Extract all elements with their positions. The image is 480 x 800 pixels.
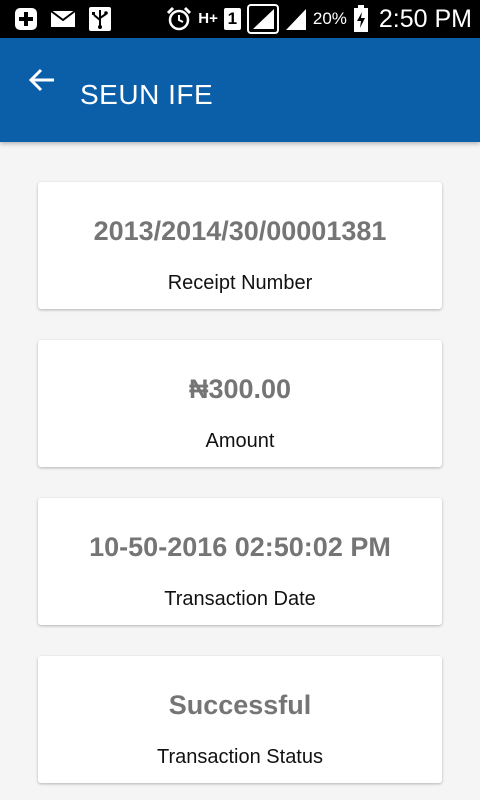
transaction-status-value: Successful bbox=[168, 690, 312, 720]
clock: 2:50 PM bbox=[378, 4, 472, 33]
amount-label: Amount bbox=[205, 430, 275, 452]
app-bar: SEUN IFE bbox=[0, 38, 480, 142]
receipt-number-card: 2013/2014/30/00001381 Receipt Number bbox=[38, 182, 442, 309]
receipt-number-value: 2013/2014/30/00001381 bbox=[93, 216, 387, 246]
back-button[interactable] bbox=[22, 62, 62, 102]
amount-value: ₦300.00 bbox=[188, 374, 292, 404]
page-title: SEUN IFE bbox=[80, 79, 214, 110]
add-icon bbox=[14, 7, 38, 31]
sim-1-icon: 1 bbox=[223, 8, 241, 30]
transaction-status-label: Transaction Status bbox=[156, 746, 323, 768]
alarm-icon bbox=[166, 6, 192, 32]
notification-icons bbox=[14, 6, 112, 32]
signal-icon bbox=[246, 4, 279, 34]
receipt-details: 2013/2014/30/00001381 Receipt Number ₦30… bbox=[0, 142, 480, 800]
battery-percent: 20% bbox=[312, 9, 347, 28]
battery-charging-icon bbox=[353, 5, 369, 33]
transaction-date-value: 10-50-2016 02:50:02 PM bbox=[89, 532, 391, 562]
transaction-date-label: Transaction Date bbox=[164, 588, 316, 610]
usb-icon bbox=[88, 6, 112, 32]
signal-icon bbox=[285, 7, 307, 31]
hplus-data-icon: H+ bbox=[198, 10, 218, 27]
status-bar: H+ 1 20% 2:50 PM bbox=[0, 0, 480, 38]
receipt-number-label: Receipt Number bbox=[167, 272, 313, 294]
transaction-status-card: Successful Transaction Status bbox=[38, 656, 442, 783]
amount-card: ₦300.00 Amount bbox=[38, 340, 442, 467]
transaction-date-card: 10-50-2016 02:50:02 PM Transaction Date bbox=[38, 498, 442, 625]
mail-icon bbox=[50, 9, 76, 29]
system-icons: H+ 1 20% 2:50 PM bbox=[166, 4, 472, 34]
arrow-back-icon bbox=[28, 68, 56, 97]
